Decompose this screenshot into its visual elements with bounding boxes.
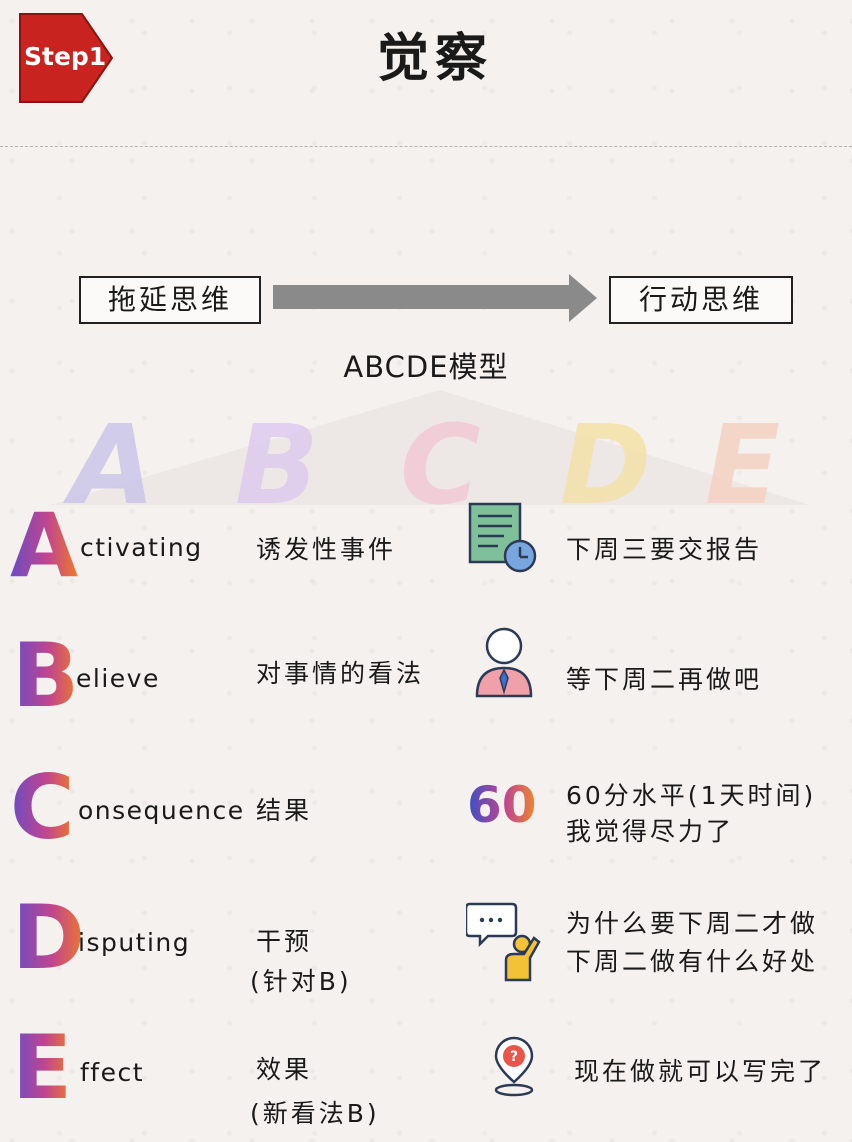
example-a: 下周三要交报告 [566, 535, 763, 564]
page-title: 觉察 [376, 28, 493, 89]
meaning-a: 诱发性事件 [256, 535, 397, 564]
term-believe: elieve [76, 664, 160, 693]
model-title: ABCDE模型 [343, 350, 509, 384]
term-consequence: onsequence [78, 796, 245, 825]
term-effect: ffect [80, 1058, 145, 1087]
meaning-e-line2: (新看法B) [250, 1099, 380, 1128]
watermark-letter-e: E [705, 401, 780, 515]
dashed-divider [0, 146, 852, 147]
report-clock-icon [468, 502, 537, 573]
meaning-e-line1: 效果 [256, 1055, 313, 1084]
letter-c: C [10, 756, 75, 859]
example-b: 等下周二再做吧 [566, 665, 763, 694]
example-c-line1: 60分水平(1天时间) [566, 781, 817, 810]
step-label: Step1 [24, 42, 107, 71]
arrow-right-icon [273, 274, 597, 322]
procrastination-thinking-box: 拖延思维 [79, 276, 261, 324]
example-c-line2: 我觉得尽力了 [566, 817, 735, 846]
example-e: 现在做就可以写完了 [574, 1057, 827, 1086]
abcde-watermark: A B C D E [50, 390, 810, 515]
letter-b: B [12, 624, 80, 727]
question-location-icon: ? [494, 1036, 534, 1097]
watermark-letter-d: D [560, 401, 651, 515]
speech-bubble-person-icon [466, 902, 541, 982]
meaning-c: 结果 [256, 796, 313, 825]
meaning-d-line1: 干预 [256, 927, 313, 956]
person-icon [475, 627, 533, 698]
letter-d: D [12, 886, 86, 989]
meaning-b: 对事情的看法 [256, 659, 425, 688]
letter-e: E [12, 1016, 73, 1119]
example-d-line2: 下周二做有什么好处 [566, 947, 819, 976]
action-thinking-box: 行动思维 [609, 276, 793, 324]
watermark-letter-b: B [235, 401, 319, 515]
svg-text:?: ? [510, 1049, 518, 1065]
example-d-line1: 为什么要下周二才做 [566, 909, 819, 938]
term-activating: ctivating [80, 533, 203, 562]
score-60-icon: 60 [467, 776, 537, 834]
term-disputing: isputing [78, 928, 191, 957]
meaning-d-line2: (针对B) [250, 967, 352, 996]
letter-a: A [10, 494, 79, 597]
watermark-letter-c: C [400, 401, 481, 515]
